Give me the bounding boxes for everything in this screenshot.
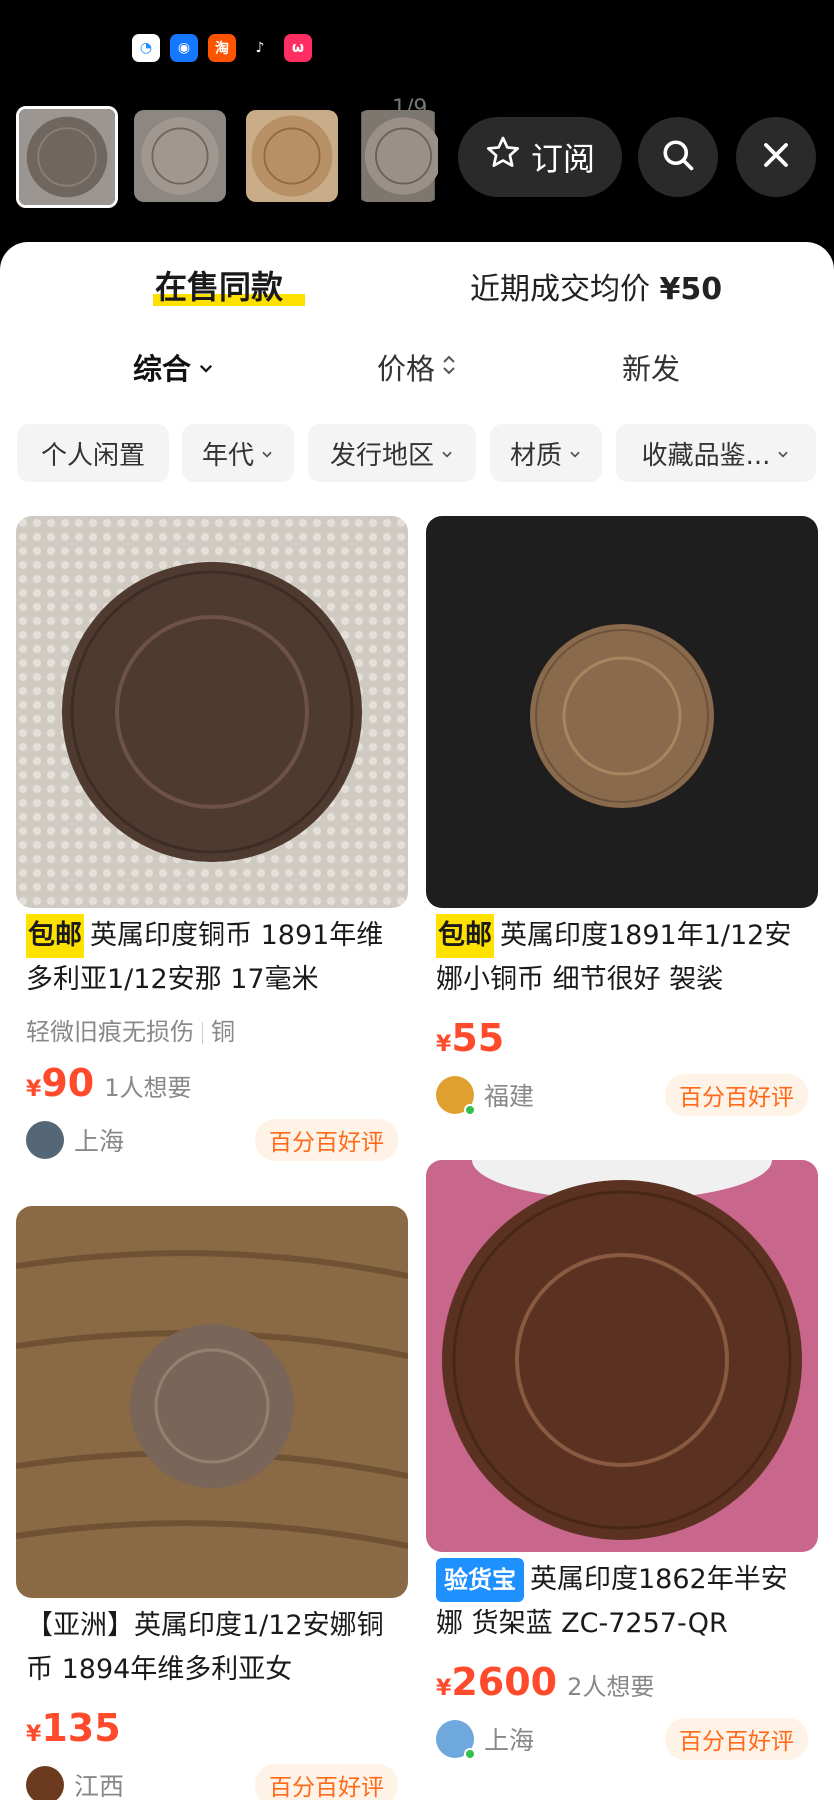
chevron-down-icon [260,438,274,468]
avatar [436,1076,476,1116]
listing-title-text: 【亚洲】英属印度1/12安娜铜币 1894年维多利亚女 [26,1610,384,1685]
filter-chip[interactable]: 收藏品鉴... [616,424,816,482]
recent-avg-label: 近期成交均价 [470,272,650,307]
seller-row: 上海 百分百好评 [16,1119,408,1161]
seller-row: 江西 百分百好评 [16,1764,408,1800]
tiktok-icon: ♪ [246,34,274,62]
tab-on-sale-label: 在售同款 [155,268,284,306]
coin-photo [426,516,818,908]
rating-badge: 百分百好评 [665,1074,808,1116]
listing-card[interactable]: 包邮 英属印度1891年1/12安娜小铜币 细节很好 袈裟 ¥55 福建 百分百好… [426,516,818,1116]
chevron-down-icon [197,350,215,384]
sort-newest-label: 新发 [622,352,681,386]
coin-thumb-3[interactable] [246,110,338,202]
coin-thumb-1[interactable] [16,106,118,208]
free-shipping-badge: 包邮 [436,914,494,958]
avatar [26,1766,64,1800]
listing-title: 包邮 英属印度1891年1/12安娜小铜币 细节很好 袈裟 [426,914,818,1002]
filter-chip[interactable]: 个人闲置 [17,424,169,482]
filter-chip-label: 收藏品鉴... [641,440,771,471]
seller-location: 上海 [74,1127,125,1156]
image-thumbnail-strip [16,104,456,208]
inspection-badge: 验货宝 [436,1558,524,1602]
filter-chip[interactable]: 发行地区 [308,424,476,482]
listing-title: 【亚洲】英属印度1/12安娜铜币 1894年维多利亚女 [16,1604,408,1692]
seller-row: 上海 百分百好评 [426,1718,818,1760]
search-button[interactable] [638,117,718,197]
listing-title: 包邮 英属印度铜币 1891年维多利亚1/12安那 17毫米 [16,914,408,1002]
price-row: ¥135 [16,1706,408,1750]
taobao-icon: 淘 [208,34,236,62]
coin-thumb-4[interactable] [358,110,438,202]
want-count: 2人想要 [567,1673,655,1701]
sort-price-label: 价格 [377,352,436,386]
seller-location: 江西 [74,1772,125,1800]
coin-photo [16,1206,408,1598]
want-count: 1人想要 [104,1074,192,1102]
chevron-down-icon [568,438,582,468]
close-button[interactable] [736,117,816,197]
condition-tag: 轻微旧痕无损伤 [26,1018,194,1046]
avatar [26,1121,64,1159]
coin-photo [16,516,408,908]
material-tag: 铜 [211,1018,235,1046]
weibo-icon: ω [284,34,312,62]
price-row: ¥2600 2人想要 [426,1660,818,1704]
listing-card[interactable]: 包邮 英属印度铜币 1891年维多利亚1/12安那 17毫米 轻微旧痕无损伤铜 ¥… [16,516,408,1161]
close-icon [761,140,791,174]
listing-card[interactable]: 【亚洲】英属印度1/12安娜铜币 1894年维多利亚女 ¥135 江西 百分百好… [16,1206,408,1800]
coin-thumb-2[interactable] [134,110,226,202]
filter-chip-label: 个人闲置 [40,440,145,471]
sort-comprehensive-label: 综合 [133,352,192,386]
avatar [436,1720,476,1760]
image-counter: 1/9 [392,96,428,121]
rating-badge: 百分百好评 [255,1764,398,1800]
filter-chip-label: 发行地区 [329,440,434,471]
subscribe-label: 订阅 [530,140,595,178]
price-row: ¥90 1人想要 [16,1061,408,1105]
listing-price: ¥2600 [436,1660,558,1704]
status-bar: ◔ ◉ 淘 ♪ ω [0,0,834,90]
sort-comprehensive[interactable]: 综合 [133,346,215,388]
qq-browser-icon: ◔ [132,34,160,62]
sort-updown-icon [441,350,457,384]
listing-title: 验货宝 英属印度1862年半安娜 货架蓝 ZC-7257-QR [426,1558,818,1646]
filter-chip[interactable]: 材质 [490,424,602,482]
sort-price[interactable]: 价格 [377,346,457,388]
rating-badge: 百分百好评 [255,1119,398,1161]
subscribe-star-icon [485,135,521,179]
subscribe-button[interactable]: 订阅 [458,117,622,197]
rating-badge: 百分百好评 [665,1718,808,1760]
chevron-down-icon [776,438,790,468]
results-sheet: 在售同款 近期成交均价 ¥50 综合 价格 新发 个人闲置 年代 发行地区 材质… [0,242,834,1800]
seller-location: 福建 [484,1082,535,1111]
tab-recent-average[interactable]: 近期成交均价 ¥50 [470,264,722,308]
free-shipping-badge: 包邮 [26,914,84,958]
listing-card[interactable]: 验货宝 英属印度1862年半安娜 货架蓝 ZC-7257-QR ¥2600 2人想… [426,1160,818,1760]
chevron-down-icon [440,438,454,468]
filter-chip[interactable]: 年代 [182,424,294,482]
filter-chip-label: 材质 [509,440,562,471]
recent-avg-value: ¥50 [659,272,723,307]
seller-location: 上海 [484,1726,535,1755]
tab-on-sale[interactable]: 在售同款 [153,262,305,308]
filter-chips: 个人闲置 年代 发行地区 材质 收藏品鉴... [17,424,834,482]
seller-row: 福建 百分百好评 [426,1074,818,1116]
qq-icon: ◉ [170,34,198,62]
price-row: ¥55 [426,1016,818,1060]
listing-price: ¥55 [436,1016,505,1060]
listing-price: ¥135 [26,1706,121,1750]
listing-price: ¥90 [26,1061,95,1105]
sort-newest[interactable]: 新发 [622,346,680,388]
listing-tags: 轻微旧痕无损伤铜 [16,1012,408,1047]
search-icon [660,137,696,177]
filter-chip-label: 年代 [201,440,254,471]
coin-photo [426,1160,818,1552]
